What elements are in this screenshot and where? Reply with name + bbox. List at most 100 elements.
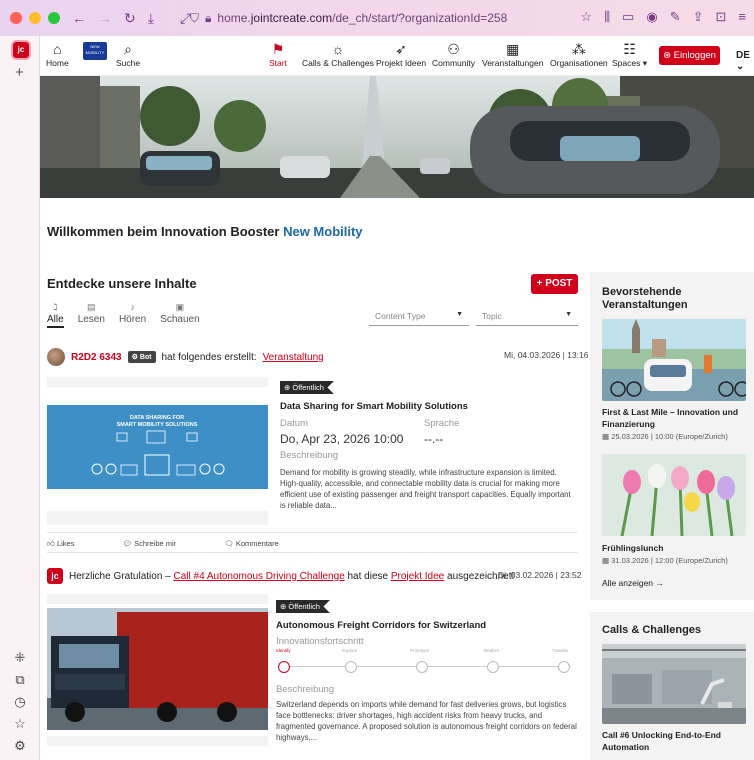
url-path: /de_ch/start/?organizationId=258 — [332, 11, 508, 25]
calls-title: Calls & Challenges — [602, 624, 702, 636]
show-all-label: Alle anzeigen — [602, 578, 654, 588]
topic-placeholder: Topic — [482, 311, 502, 321]
bookmarks-icon[interactable]: ☆ — [0, 716, 40, 738]
event-name[interactable]: First & Last Mile – Innovation und Finan… — [602, 406, 746, 430]
reload-icon[interactable]: ↻ — [124, 10, 136, 27]
author-name[interactable]: R2D2 6343 — [71, 352, 122, 363]
home-icon: ⌂ — [53, 41, 62, 57]
event-name[interactable]: Frühlingslunch — [602, 542, 663, 554]
event-image-tulips[interactable] — [602, 454, 746, 536]
section-title: Entdecke unsere Inhalte — [47, 276, 197, 291]
nav-events[interactable]: ▦ Veranstaltungen — [482, 40, 543, 68]
calendar-icon: ▦ — [602, 432, 610, 441]
avatar[interactable] — [47, 348, 65, 366]
maximize-window-button[interactable] — [48, 12, 60, 24]
tab-all-label: Alle — [47, 314, 64, 325]
nav-spaces[interactable]: ☷ Spaces ▾ — [612, 40, 647, 69]
library-icon[interactable]: ⫼ — [604, 9, 610, 25]
jc-logo[interactable]: jc — [47, 568, 63, 584]
chat-icon: 💬︎ — [122, 539, 132, 548]
extension-icon[interactable]: ✎ — [670, 9, 681, 25]
nav-home[interactable]: ⌂ Home — [46, 40, 69, 68]
step-realize: Realize — [484, 648, 500, 653]
tab-watch[interactable]: ▣ Schauen — [160, 302, 199, 328]
tab-listen[interactable]: ♪ Hören — [119, 302, 146, 328]
award-text-mid: hat diese — [344, 570, 391, 582]
forward-icon[interactable]: → — [98, 10, 112, 26]
step-identify: Identify — [276, 648, 291, 653]
divider — [47, 552, 578, 553]
welcome-highlight: New Mobility — [283, 224, 363, 239]
comments-button[interactable]: 🗨︎ Kommentare — [224, 539, 279, 549]
nav-calls[interactable]: ☼ Calls & Challenges — [302, 40, 374, 68]
tabs-icon[interactable]: ⧉ — [0, 672, 40, 694]
call-link[interactable]: Call #4 Autonomous Driving Challenge — [174, 571, 345, 582]
share-icon[interactable]: ⇪ — [693, 9, 704, 25]
nav-organisations[interactable]: ⁂ Organisationen — [550, 40, 608, 68]
feed-date: Di, 03.02.2026 | 23:52 — [498, 570, 582, 580]
nav-spaces-label: Spaces ▾ — [612, 58, 647, 68]
history-icon[interactable]: ◷ — [0, 694, 40, 716]
event-image[interactable]: DATA SHARING FOR SMART MOBILITY SOLUTION… — [47, 405, 268, 489]
screenshot-icon[interactable]: ⊡ — [716, 9, 727, 25]
minimize-window-button[interactable] — [29, 12, 41, 24]
card-description: Demand for mobility is growing steadily,… — [280, 468, 571, 510]
tab-read[interactable]: ▤ Lesen — [78, 302, 105, 328]
nav-search[interactable]: ⌕ Suche — [116, 40, 140, 68]
tab-read-label: Lesen — [77, 314, 105, 325]
public-badge: ⊕ Öffentlich — [276, 600, 330, 613]
call-image[interactable] — [602, 644, 746, 724]
ai-icon[interactable]: ⁜ — [0, 650, 40, 672]
close-window-button[interactable] — [10, 12, 22, 24]
globe-icon: ⊕ — [284, 383, 291, 392]
new-mobility-logo[interactable]: NEW MOBILITY — [83, 42, 107, 60]
login-button[interactable]: ⊛ Einloggen — [659, 46, 720, 65]
lightbulb-icon: ☼ — [331, 41, 345, 57]
sidebar-toggle-icon[interactable]: ▭ — [622, 9, 634, 25]
download-icon[interactable]: ⤓ — [148, 10, 154, 27]
nav-start[interactable]: ⚑ Start — [269, 40, 287, 68]
language-selector[interactable]: DE ⌄ — [736, 50, 754, 72]
message-button[interactable]: 💬︎ Schreibe mir — [122, 539, 176, 549]
card-title[interactable]: Data Sharing for Smart Mobility Solution… — [280, 401, 468, 412]
nav-ideas[interactable]: ➶ Projekt Ideen — [376, 40, 426, 68]
event-language: --.-- — [424, 432, 444, 446]
menu-icon[interactable]: ≡ — [738, 9, 746, 25]
microphone-icon: ♪ — [130, 302, 135, 312]
nav-community[interactable]: ⚇ Community — [432, 40, 475, 68]
truck-image[interactable] — [47, 608, 268, 730]
address-bar[interactable]: ⛉ 🔒︎ home. jointcreate.com/de_ch/start/?o… — [190, 8, 600, 28]
call-name[interactable]: Call #6 Unlocking End-to-End Automation — [602, 729, 746, 753]
nav-search-label: Suche — [116, 58, 141, 68]
like-button[interactable]: 👍︎ Likes — [47, 539, 74, 549]
step-dot-prototype — [416, 661, 428, 673]
step-prototype: Prototype — [410, 648, 430, 653]
back-icon[interactable]: ← — [72, 10, 86, 26]
content-type-select[interactable]: Content Type ▼ — [369, 308, 469, 326]
divider — [47, 532, 578, 533]
svg-text:DATA SHARING FOR: DATA SHARING FOR — [130, 415, 184, 421]
account-icon[interactable]: ◉ — [646, 9, 657, 25]
description-label: Beschreibung — [280, 450, 339, 461]
card-title[interactable]: Autonomous Freight Corridors for Switzer… — [276, 620, 486, 631]
jc-tab-icon[interactable]: jc — [11, 40, 31, 60]
bookmark-star-icon[interactable]: ☆ — [580, 9, 592, 25]
thumbs-up-icon: 👍︎ — [47, 539, 55, 548]
tab-all[interactable]: ℷ Alle — [47, 302, 64, 328]
event-link[interactable]: Veranstaltung — [263, 352, 324, 363]
event-image-mobility[interactable] — [602, 319, 746, 401]
settings-icon[interactable]: ⚙ — [0, 738, 40, 760]
tab-watch-label: Schauen — [160, 314, 200, 325]
flag-icon: ⚑ — [271, 41, 285, 57]
chevron-down-icon: ▼ — [565, 311, 572, 318]
topic-select[interactable]: Topic ▼ — [476, 308, 578, 326]
description-label: Beschreibung — [276, 684, 335, 695]
add-tab-icon[interactable]: + — [15, 64, 24, 81]
post-button[interactable]: + POST — [531, 274, 578, 294]
idea-link[interactable]: Projekt Idee — [391, 571, 444, 582]
step-dot-realize — [487, 661, 499, 673]
show-all-link[interactable]: Alle anzeigen → — [602, 578, 664, 588]
innovation-progress: Identify Explore Prototype Realize Trans… — [276, 648, 572, 674]
plus-icon: + — [536, 278, 543, 289]
nav-community-label: Community — [432, 58, 475, 68]
